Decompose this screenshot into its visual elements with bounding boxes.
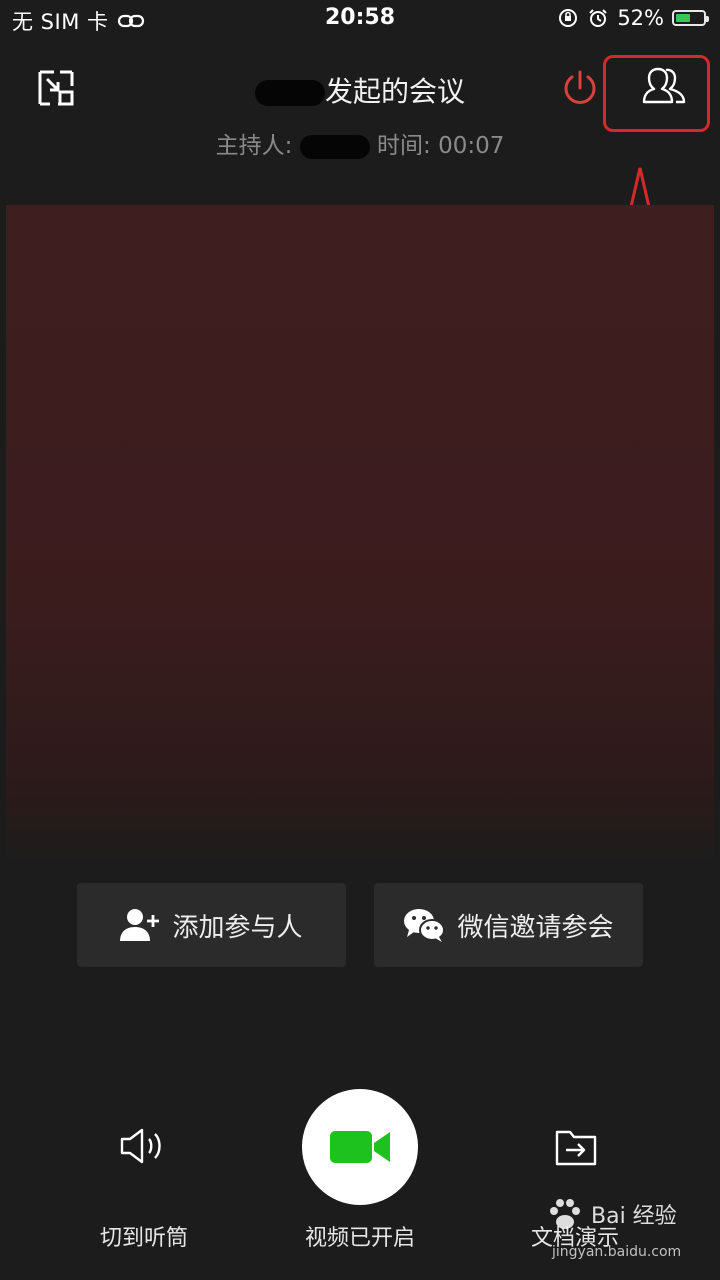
speaker-icon xyxy=(120,1128,161,1164)
alarm-icon xyxy=(589,9,608,27)
video-camera-icon xyxy=(330,1131,390,1163)
battery-percent: 52% xyxy=(617,6,664,30)
paw-logo-icon xyxy=(550,1199,580,1229)
meeting-title-text: 发起的会议 xyxy=(324,75,465,108)
orientation-lock-icon xyxy=(559,9,578,27)
watermark-text: Bai 经验 xyxy=(591,1204,677,1229)
redacted-host xyxy=(299,134,370,159)
add-user-icon xyxy=(120,909,160,941)
video-toggle-label: 视频已开启 xyxy=(304,1226,415,1251)
redacted-name xyxy=(254,80,325,106)
battery-charging-icon xyxy=(672,10,709,26)
wechat-icon xyxy=(404,909,446,942)
host-label: 主持人: xyxy=(215,133,293,159)
video-feed[interactable] xyxy=(6,205,714,865)
wechat-invite-button[interactable]: 微信邀请参会 xyxy=(374,883,643,967)
baidu-watermark: Bai 经验 xyxy=(545,1196,677,1232)
power-icon xyxy=(564,70,596,104)
meeting-timer: 时间: 00:07 xyxy=(377,133,505,159)
end-meeting-button[interactable] xyxy=(560,68,600,112)
share-folder-icon xyxy=(555,1130,597,1166)
annotation-highlight-box xyxy=(603,55,710,132)
wechat-invite-label: 微信邀请参会 xyxy=(457,912,614,943)
status-bar-right: 52% xyxy=(557,6,709,30)
speaker-toggle-label: 切到听筒 xyxy=(99,1226,188,1251)
video-toggle-button[interactable] xyxy=(302,1089,418,1205)
add-participant-button[interactable]: 添加参与人 xyxy=(77,883,346,967)
watermark-url: jingyan.baidu.com xyxy=(552,1244,682,1260)
add-participant-label: 添加参与人 xyxy=(172,912,303,943)
